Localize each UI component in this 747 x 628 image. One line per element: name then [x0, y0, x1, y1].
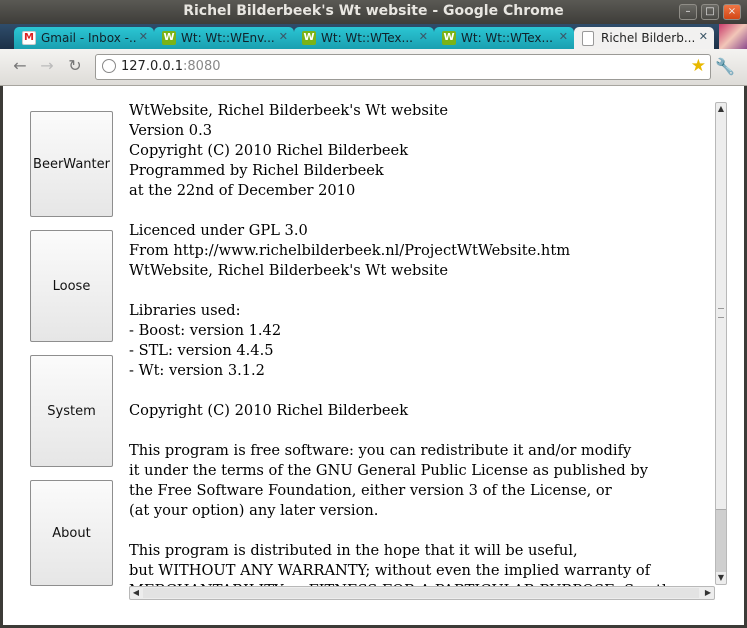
text-line: This program is free software: you can r…	[129, 442, 632, 459]
menu-button-about[interactable]: About	[30, 480, 113, 586]
text-line: Libraries used:	[129, 302, 241, 319]
text-line: it under the terms of the GNU General Pu…	[129, 462, 648, 479]
bookmark-star-icon[interactable]: ★	[691, 56, 706, 76]
text-line: Copyright (C) 2010 Richel Bilderbeek	[129, 402, 409, 419]
text-line: - Boost: version 1.42	[129, 322, 282, 339]
tab-wt-wtext-1[interactable]: W Wt: Wt::WTex... ✕	[294, 27, 434, 49]
tab-label: Wt: Wt::WTex...	[321, 31, 413, 45]
wrench-menu-icon[interactable]: 🔧	[715, 57, 735, 76]
page-content: BeerWanter Loose System About WtWebsite,…	[3, 86, 744, 625]
vertical-scrollbar[interactable]: ▲ ▼	[715, 102, 727, 585]
text-line: WtWebsite, Richel Bilderbeek's Wt websit…	[129, 262, 449, 279]
tab-label: Wt: Wt::WEnv...	[181, 31, 275, 45]
text-line	[129, 521, 715, 541]
text-line	[129, 201, 715, 221]
tab-wt-wtext-2[interactable]: W Wt: Wt::WTex... ✕	[434, 27, 574, 49]
close-tab-icon[interactable]: ✕	[279, 30, 288, 43]
tab-wt-wenvironment[interactable]: W Wt: Wt::WEnv... ✕	[154, 27, 294, 49]
browser-toolbar: ← → ↻ 127.0.0.1:8080 ★ 🔧	[0, 49, 747, 86]
maximize-button[interactable]: □	[701, 4, 719, 20]
scrollbar-thumb[interactable]	[716, 509, 726, 572]
address-bar[interactable]: 127.0.0.1:8080 ★	[95, 54, 711, 80]
close-tab-icon[interactable]: ✕	[699, 30, 708, 43]
tab-strip: M Gmail - Inbox -... ✕ W Wt: Wt::WEnv...…	[0, 24, 747, 49]
menu-button-system[interactable]: System	[30, 355, 113, 467]
tab-label: Gmail - Inbox -...	[41, 31, 137, 45]
back-icon[interactable]: ←	[11, 57, 29, 75]
window-controls: – □ ×	[679, 4, 741, 20]
text-line: Licenced under GPL 3.0	[129, 222, 308, 239]
close-window-button[interactable]: ×	[723, 4, 741, 20]
minimize-button[interactable]: –	[679, 4, 697, 20]
text-line: Programmed by Richel Bilderbeek	[129, 162, 384, 179]
wt-icon: W	[302, 31, 316, 45]
reload-icon[interactable]: ↻	[66, 57, 84, 75]
gmail-icon: M	[22, 31, 36, 45]
text-line: (at your option) any later version.	[129, 502, 379, 519]
text-line	[129, 381, 715, 401]
text-line	[129, 421, 715, 441]
scroll-up-arrow-icon[interactable]: ▲	[716, 103, 726, 115]
url-host: 127.0.0.1	[121, 59, 184, 74]
scroll-left-arrow-icon[interactable]: ◀	[130, 587, 142, 599]
close-tab-icon[interactable]: ✕	[559, 30, 568, 43]
text-line: the Free Software Foundation, either ver…	[129, 482, 612, 499]
about-text-area[interactable]: WtWebsite, Richel Bilderbeek's Wt websit…	[129, 101, 715, 586]
tab-label: Wt: Wt::WTex...	[461, 31, 553, 45]
text-line: This program is distributed in the hope …	[129, 542, 578, 559]
window-title: Richel Bilderbeek's Wt website - Google …	[183, 3, 564, 19]
text-line: - Wt: version 3.1.2	[129, 362, 265, 379]
tab-richel-bilderbeek[interactable]: Richel Bilderb... ✕	[574, 27, 714, 49]
menu-button-beerwanter[interactable]: BeerWanter	[30, 111, 113, 217]
page-icon	[582, 31, 594, 46]
wt-icon: W	[442, 31, 456, 45]
text-line: but WITHOUT ANY WARRANTY; without even t…	[129, 562, 651, 579]
text-line: - STL: version 4.4.5	[129, 342, 274, 359]
horizontal-scrollbar[interactable]: ◀ ▶	[129, 586, 715, 600]
close-tab-icon[interactable]: ✕	[419, 30, 428, 43]
url-port: :8080	[183, 59, 221, 74]
text-line	[129, 281, 715, 301]
text-line: Copyright (C) 2010 Richel Bilderbeek	[129, 142, 409, 159]
url-text: 127.0.0.1:8080	[121, 59, 221, 74]
desktop-logo-icon	[719, 24, 747, 49]
globe-icon	[102, 59, 116, 73]
close-tab-icon[interactable]: ✕	[139, 30, 148, 43]
text-line: From http://www.richelbilderbeek.nl/Proj…	[129, 242, 571, 259]
text-line: Version 0.3	[129, 122, 213, 139]
text-line: at the 22nd of December 2010	[129, 182, 356, 199]
scrollbar-thumb[interactable]	[143, 588, 699, 598]
wt-icon: W	[162, 31, 176, 45]
tab-label: Richel Bilderb...	[601, 31, 696, 45]
text-line: WtWebsite, Richel Bilderbeek's Wt websit…	[129, 102, 449, 119]
menu-button-loose[interactable]: Loose	[30, 230, 113, 342]
scrollbar-grip-icon	[718, 308, 724, 318]
scroll-right-arrow-icon[interactable]: ▶	[702, 587, 714, 599]
tab-gmail[interactable]: M Gmail - Inbox -... ✕	[14, 27, 154, 49]
window-titlebar: Richel Bilderbeek's Wt website - Google …	[0, 0, 747, 24]
forward-icon[interactable]: →	[38, 57, 56, 75]
scroll-down-arrow-icon[interactable]: ▼	[716, 572, 726, 584]
